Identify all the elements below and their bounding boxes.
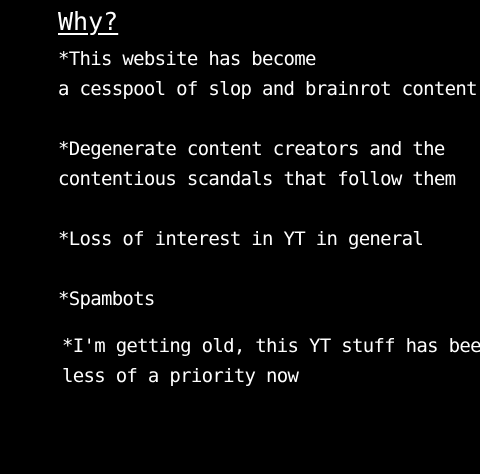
reason-line: *Spambots bbox=[58, 288, 155, 310]
reason-line: *This website has become bbox=[58, 48, 316, 70]
reason-line: less of a priority now bbox=[62, 365, 299, 387]
reason-line: contentious scandals that follow them bbox=[58, 168, 456, 190]
reason-line: *I'm getting old, this YT stuff has been bbox=[62, 335, 480, 357]
reason-line: *Loss of interest in YT in general bbox=[58, 228, 424, 250]
reason-line: a cesspool of slop and brainrot content bbox=[58, 78, 478, 100]
page-title: Why? bbox=[58, 7, 119, 36]
reason-line: *Degenerate content creators and the bbox=[58, 138, 445, 160]
